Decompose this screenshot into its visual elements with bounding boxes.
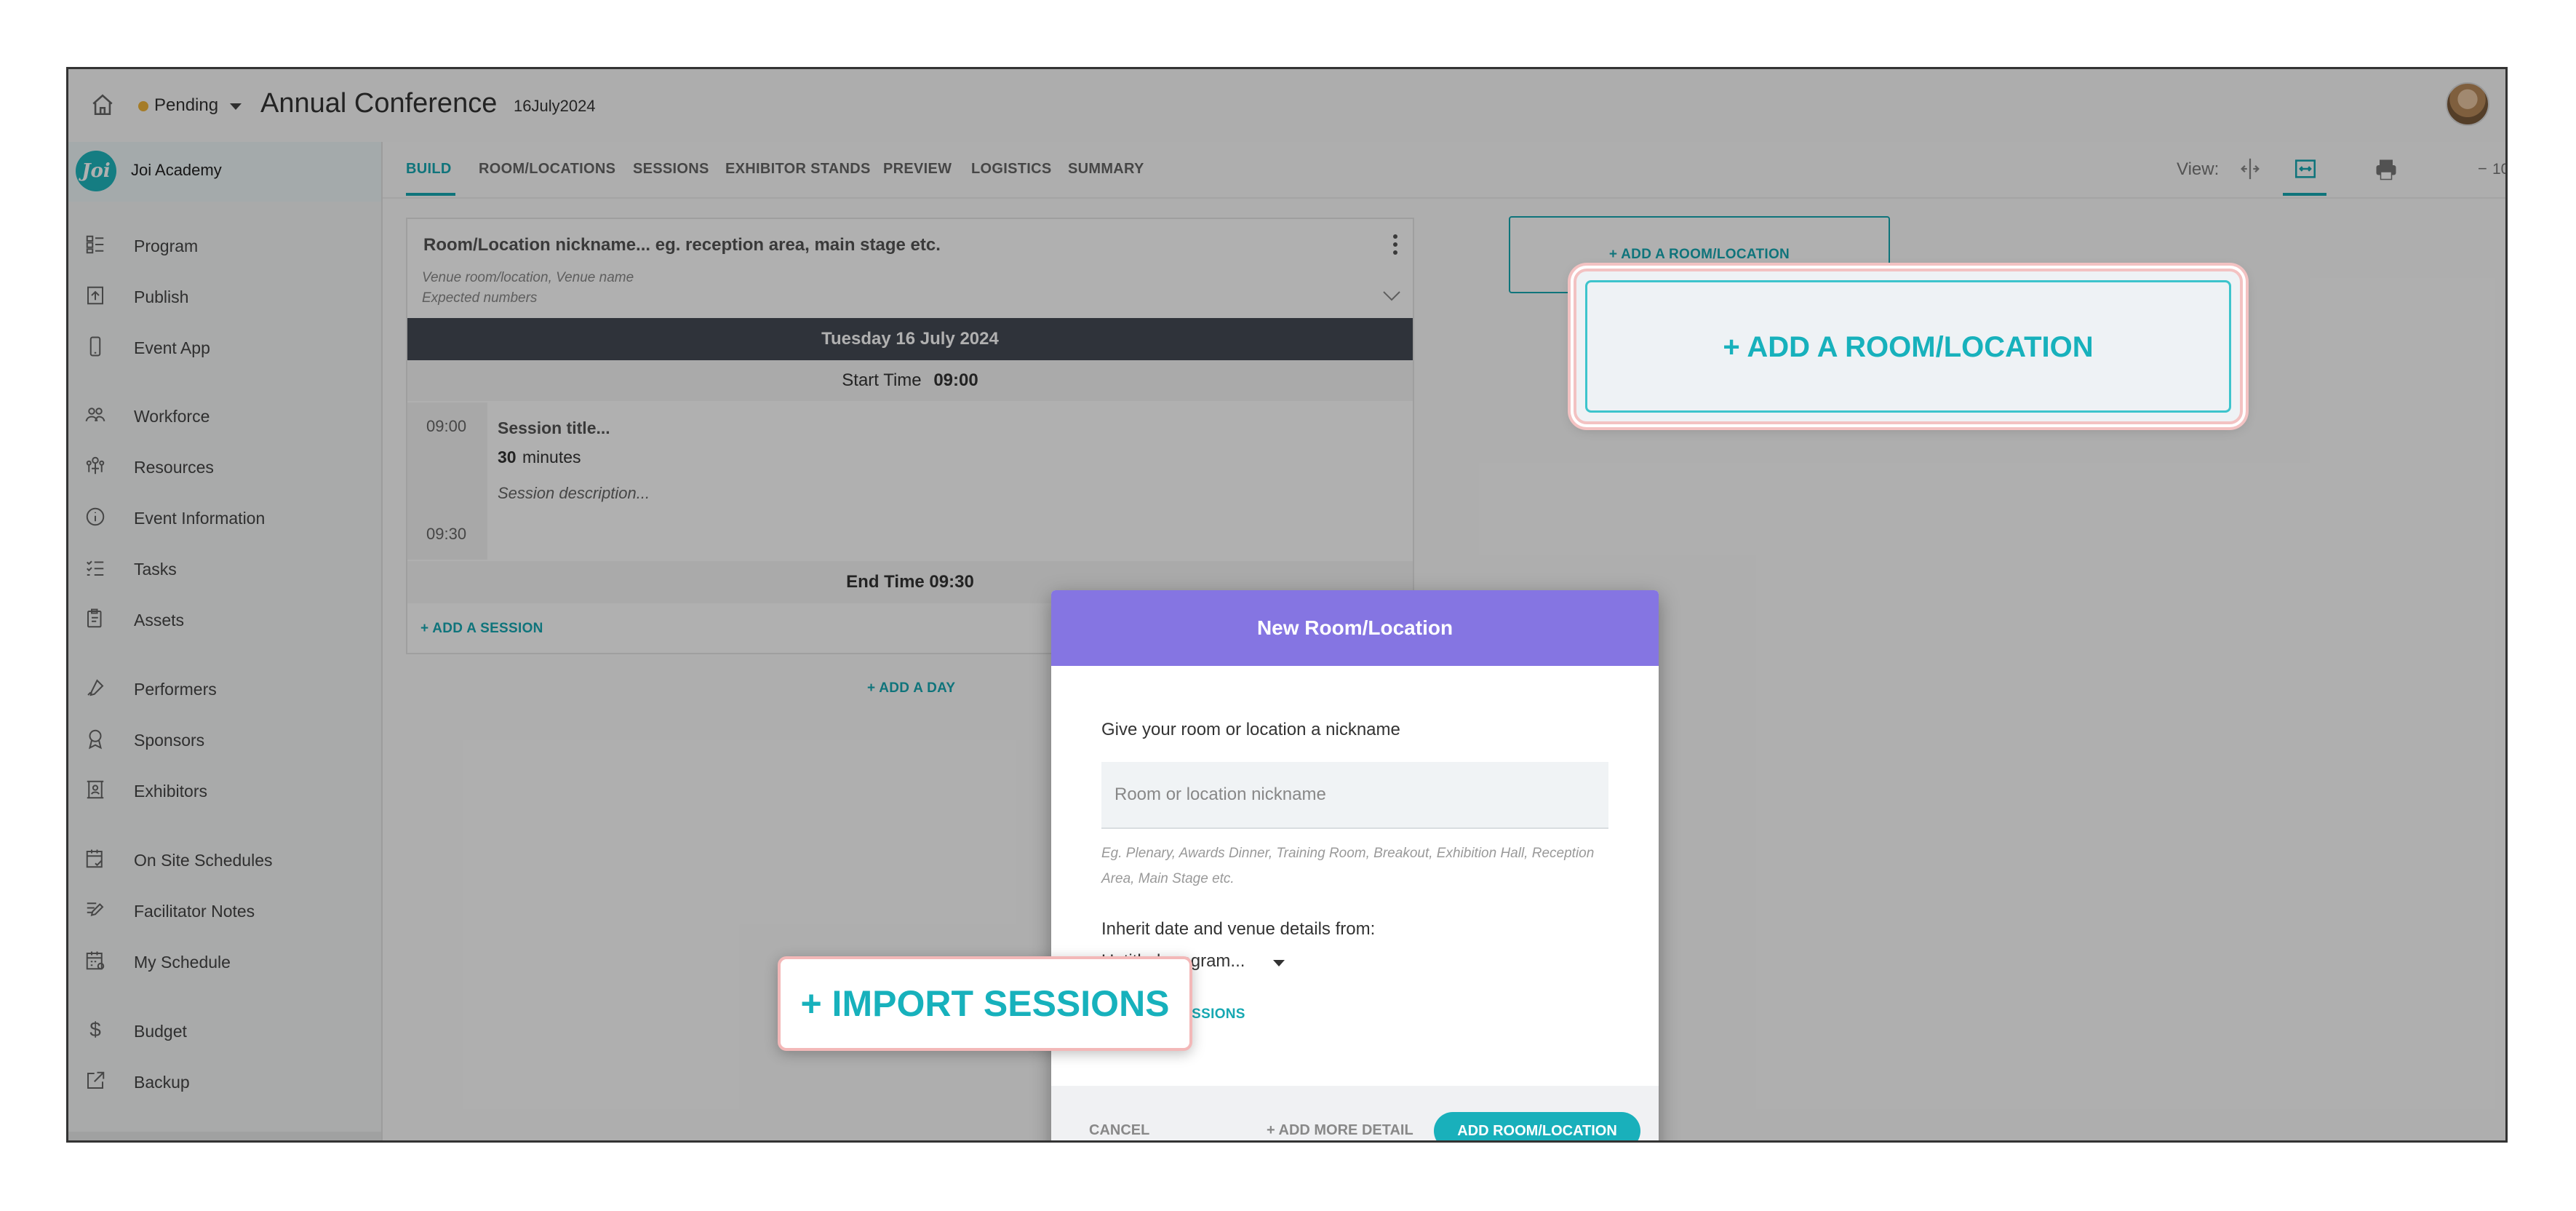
room-nickname-input[interactable] [1101, 762, 1608, 829]
inherit-label: Inherit date and venue details from: [1101, 919, 1376, 939]
chevron-down-icon [1273, 960, 1285, 966]
app-window: Pending Annual Conference 16July2024 Joi… [66, 67, 2508, 1143]
cancel-button[interactable]: CANCEL [1089, 1122, 1149, 1139]
nickname-hint: Eg. Plenary, Awards Dinner, Training Roo… [1101, 846, 1595, 886]
nickname-prompt: Give your room or location a nickname [1101, 720, 1400, 739]
modal-title: New Room/Location [1051, 590, 1659, 666]
callout-import-sessions: + IMPORT SESSIONS [778, 956, 1192, 1051]
callout-add-room-label: + ADD A ROOM/LOCATION [1585, 280, 2231, 413]
add-room-location-button[interactable]: ADD ROOM/LOCATION [1434, 1112, 1640, 1140]
new-room-modal: New Room/Location Give your room or loca… [1051, 590, 1659, 1140]
callout-add-room: + ADD A ROOM/LOCATION [1574, 269, 2243, 424]
add-more-detail-button[interactable]: + ADD MORE DETAIL [1267, 1122, 1413, 1139]
